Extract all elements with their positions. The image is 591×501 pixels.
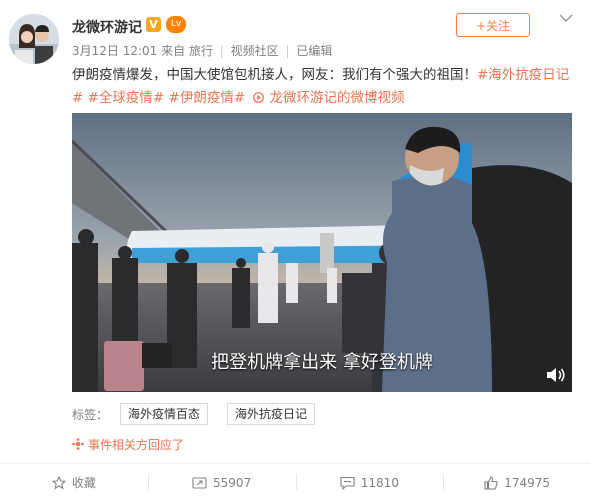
like-count: 174975 bbox=[504, 475, 551, 490]
video-link[interactable]: 龙微环游记的微博视频 bbox=[249, 90, 404, 106]
forward-count: 55907 bbox=[213, 475, 252, 490]
post-text: 伊朗疫情爆发，中国大使馆包机接人，网友：我们有个强大的祖国！#海外抗疫日记# #… bbox=[72, 64, 572, 110]
verified-badge-icon: V bbox=[146, 17, 161, 32]
forward-icon bbox=[192, 476, 207, 489]
post-body: 伊朗疫情爆发，中国大使馆包机接人，网友：我们有个强大的祖国！ bbox=[72, 67, 477, 83]
hashtag-iran-epidemic[interactable]: #伊朗疫情# bbox=[169, 90, 246, 106]
post-date[interactable]: 3月12日 12:01 bbox=[72, 44, 157, 58]
video-subtitle: 把登机牌拿出来 拿好登机牌 bbox=[211, 352, 433, 373]
tag-chip-overseas-epidemic[interactable]: 海外疫情百态 bbox=[120, 403, 209, 425]
meta-separator: | bbox=[285, 44, 290, 58]
hashtag-global-epidemic[interactable]: #全球疫情# bbox=[88, 90, 165, 106]
video-player[interactable]: 把登机牌拿出来 拿好登机牌 bbox=[72, 113, 572, 392]
post-community[interactable]: 视频社区 bbox=[231, 44, 279, 58]
action-bar: 收藏 55907 11810 174975 bbox=[0, 464, 591, 501]
meta-separator: | bbox=[219, 44, 224, 58]
weibo-post-card: 龙微环游记 V Lv 3月12日 12:01 来自 旅行 | 视频社区 | 已编… bbox=[0, 0, 591, 501]
user-name[interactable]: 龙微环游记 bbox=[72, 17, 142, 37]
video-link-label[interactable]: 龙微环游记的微博视频 bbox=[269, 90, 404, 106]
collect-button[interactable]: 收藏 bbox=[0, 464, 148, 501]
avatar[interactable] bbox=[9, 14, 59, 64]
post-meta: 3月12日 12:01 来自 旅行 | 视频社区 | 已编辑 bbox=[72, 42, 332, 59]
volume-icon[interactable] bbox=[546, 367, 566, 383]
forward-button[interactable]: 55907 bbox=[147, 464, 296, 501]
tags-label: 标签： bbox=[72, 408, 109, 422]
chevron-down-icon[interactable] bbox=[556, 10, 576, 30]
comment-count: 11810 bbox=[360, 475, 399, 490]
responded-notice[interactable]: 事件相关方回应了 bbox=[72, 436, 184, 453]
follow-button[interactable]: +关注 bbox=[456, 13, 530, 37]
comment-button[interactable]: 11810 bbox=[295, 464, 444, 501]
edited-label[interactable]: 已编辑 bbox=[296, 44, 332, 58]
star-icon bbox=[51, 475, 66, 489]
responded-label[interactable]: 事件相关方回应了 bbox=[88, 438, 184, 452]
member-badge-icon: Lv bbox=[166, 16, 186, 33]
responded-icon bbox=[72, 438, 84, 450]
video-link-icon bbox=[253, 92, 265, 103]
post-source[interactable]: 来自 旅行 bbox=[161, 44, 213, 58]
like-button[interactable]: 174975 bbox=[443, 464, 591, 501]
thumbs-up-icon bbox=[484, 475, 498, 490]
tag-chip-overseas-diary[interactable]: 海外抗疫日记 bbox=[227, 403, 316, 425]
comment-icon bbox=[340, 476, 355, 490]
collect-label: 收藏 bbox=[71, 476, 96, 490]
